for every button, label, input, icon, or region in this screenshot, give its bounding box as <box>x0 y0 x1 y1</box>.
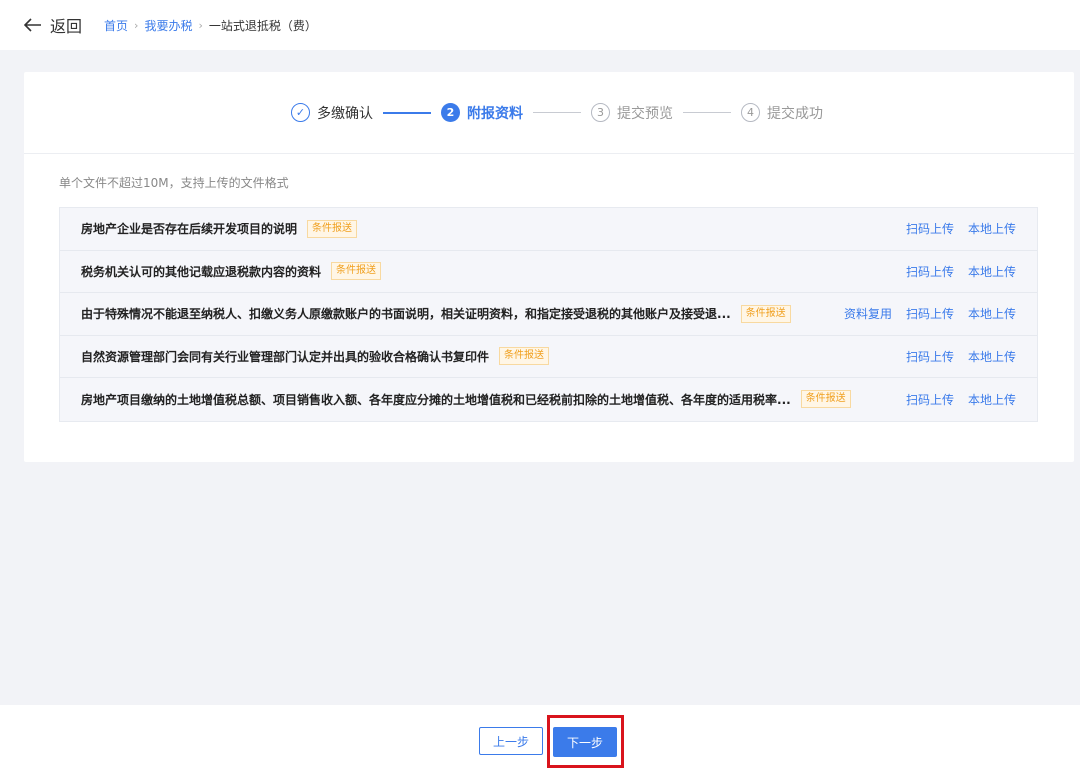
breadcrumb-current: 一站式退抵税（费） <box>208 18 317 33</box>
upload-tip: 单个文件不超过10M，支持上传的文件格式 <box>59 176 289 190</box>
chevron-right-icon: › <box>134 18 139 32</box>
row-actions: 扫码上传 本地上传 <box>892 336 1016 378</box>
list-item: 房地产项目缴纳的土地增值税总额、项目销售收入额、各年度应分摊的土地增值税和已经税… <box>60 378 1037 421</box>
step-connector <box>683 112 731 113</box>
step-number: 3 <box>591 103 610 122</box>
step-3: 3 提交预览 <box>591 103 673 123</box>
prev-step-button[interactable]: 上一步 <box>479 727 543 755</box>
breadcrumb-tax[interactable]: 我要办税 <box>144 17 192 34</box>
file-list: 房地产企业是否存在后续开发项目的说明 条件报送 扫码上传 本地上传 税务机关认可… <box>59 207 1038 422</box>
status-badge: 条件报送 <box>800 390 851 409</box>
file-title: 由于特殊情况不能退至纳税人、扣缴义务人原缴款账户的书面说明，相关证明资料，和指定… <box>81 307 731 322</box>
step-connector <box>533 112 581 113</box>
status-badge: 条件报送 <box>740 304 791 323</box>
next-step-button[interactable]: 下一步 <box>553 727 617 757</box>
status-badge: 条件报送 <box>499 347 550 366</box>
row-actions: 扫码上传 本地上传 <box>892 378 1016 421</box>
file-title: 房地产项目缴纳的土地增值税总额、项目销售收入额、各年度应分摊的土地增值税和已经税… <box>81 392 791 407</box>
local-upload-link[interactable]: 本地上传 <box>968 263 1016 280</box>
scan-upload-link[interactable]: 扫码上传 <box>906 391 954 408</box>
row-actions: 扫码上传 本地上传 <box>892 208 1016 250</box>
chevron-right-icon: › <box>198 18 203 32</box>
scan-upload-link[interactable]: 扫码上传 <box>906 348 954 365</box>
scan-upload-link[interactable]: 扫码上传 <box>906 305 954 322</box>
back-button[interactable]: 返回 <box>24 13 82 37</box>
stepper: ✓ 多缴确认 2 附报资料 3 提交预览 4 提交成功 <box>24 72 1074 154</box>
breadcrumb: 首页 › 我要办税 › 一站式退抵税（费） <box>104 17 317 34</box>
step-1: ✓ 多缴确认 <box>291 103 373 123</box>
local-upload-link[interactable]: 本地上传 <box>968 220 1016 237</box>
file-title: 税务机关认可的其他记载应退税款内容的资料 <box>81 264 322 279</box>
step-label: 提交预览 <box>617 105 673 122</box>
local-upload-link[interactable]: 本地上传 <box>968 348 1016 365</box>
arrow-left-icon <box>24 18 41 32</box>
status-badge: 条件报送 <box>307 219 358 238</box>
list-item: 自然资源管理部门会同有关行业管理部门认定并出具的验收合格确认书复印件 条件报送 … <box>60 336 1037 378</box>
step-label: 附报资料 <box>467 105 523 122</box>
status-badge: 条件报送 <box>331 262 382 281</box>
step-label: 多缴确认 <box>317 105 373 122</box>
list-item: 由于特殊情况不能退至纳税人、扣缴义务人原缴款账户的书面说明，相关证明资料，和指定… <box>60 293 1037 336</box>
reuse-material-link[interactable]: 资料复用 <box>844 305 892 322</box>
step-number: 2 <box>441 103 460 122</box>
list-item: 税务机关认可的其他记载应退税款内容的资料 条件报送 扫码上传 本地上传 <box>60 251 1037 293</box>
scan-upload-link[interactable]: 扫码上传 <box>906 263 954 280</box>
local-upload-link[interactable]: 本地上传 <box>968 391 1016 408</box>
step-2: 2 附报资料 <box>441 103 523 123</box>
step-4: 4 提交成功 <box>741 103 823 123</box>
list-item: 房地产企业是否存在后续开发项目的说明 条件报送 扫码上传 本地上传 <box>60 208 1037 251</box>
step-connector <box>383 111 431 114</box>
step-number: 4 <box>741 103 760 122</box>
back-label: 返回 <box>50 17 83 36</box>
content-card: ✓ 多缴确认 2 附报资料 3 提交预览 4 提交成功 单个文件不超过10M，支… <box>24 72 1074 462</box>
top-bar: 返回 首页 › 我要办税 › 一站式退抵税（费） <box>0 0 1080 50</box>
file-title: 房地产企业是否存在后续开发项目的说明 <box>81 222 298 237</box>
local-upload-link[interactable]: 本地上传 <box>968 305 1016 322</box>
file-title: 自然资源管理部门会同有关行业管理部门认定并出具的验收合格确认书复印件 <box>81 349 490 364</box>
row-actions: 扫码上传 本地上传 <box>892 251 1016 293</box>
check-icon: ✓ <box>291 103 310 122</box>
scan-upload-link[interactable]: 扫码上传 <box>906 220 954 237</box>
breadcrumb-home[interactable]: 首页 <box>104 17 128 34</box>
footer-bar: 上一步 下一步 <box>0 705 1080 768</box>
step-label: 提交成功 <box>767 105 823 122</box>
row-actions: 资料复用 扫码上传 本地上传 <box>830 293 1016 335</box>
